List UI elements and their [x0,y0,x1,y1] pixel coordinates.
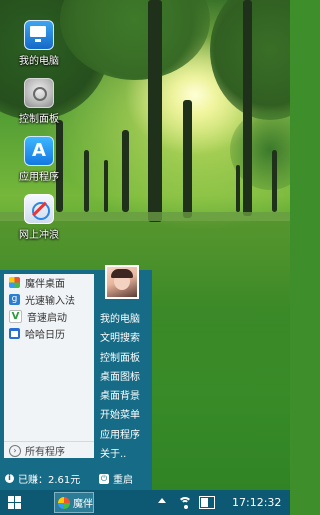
battery-icon[interactable] [199,496,215,509]
power-icon: ⏻ [99,473,109,484]
desktop-icon-label: 网上冲浪 [19,230,59,241]
app-store-icon [24,136,54,166]
all-programs-button[interactable]: › 所有程序 [4,441,94,459]
start-link-desktop-icons[interactable]: 桌面图标 [96,368,152,387]
user-avatar[interactable] [105,265,139,299]
moban-desktop-icon [9,277,20,288]
desktop-icon-label: 我的电脑 [19,56,59,67]
my-computer-icon [24,20,54,50]
start-link-start-menu[interactable]: 开始菜单 [96,406,152,425]
start-menu-app-label: 音速启动 [27,313,67,324]
desktop-icon-label: 控制面板 [19,114,59,125]
start-menu-app-calendar[interactable]: 哈哈日历 [4,325,94,342]
desktop-icon-control-panel[interactable]: 控制面板 [13,78,65,125]
start-menu-app-input[interactable]: g 光速输入法 [4,291,94,308]
taskbar-app-label: 魔伴 [73,499,93,510]
browser-icon [24,194,54,224]
taskbar: 魔伴 17:12:32 [0,490,290,515]
start-menu-app-label: 哈哈日历 [25,330,65,341]
start-menu-links: 我的电脑 文明搜索 控制面板 桌面图标 桌面背景 开始菜单 应用程序 关于.. [96,310,152,464]
taskbar-app-moban[interactable]: 魔伴 [54,492,94,513]
start-link-search[interactable]: 文明搜索 [96,329,152,348]
control-panel-icon [24,78,54,108]
all-programs-label: 所有程序 [25,447,65,458]
desktop-icon-my-computer[interactable]: 我的电脑 [13,20,65,67]
start-menu-app-moban[interactable]: 魔伴桌面 [4,274,94,291]
start-menu-footer: 已赚：2.61元 ⏻ 重启 [0,466,152,490]
calendar-icon [9,328,20,339]
restart-label: 重启 [113,475,133,486]
arrow-right-icon: › [9,444,21,457]
info-icon [5,473,14,483]
start-menu-app-label: 光速输入法 [25,296,75,307]
start-link-my-computer[interactable]: 我的电脑 [96,310,152,329]
start-menu-app-launcher[interactable]: V 音速启动 [4,308,94,325]
start-link-about[interactable]: 关于.. [96,445,152,464]
wifi-icon[interactable] [178,497,192,509]
start-menu-app-list: 魔伴桌面 g 光速输入法 V 音速启动 哈哈日历 [4,274,94,458]
desktop-icon-applications[interactable]: 应用程序 [13,136,65,183]
taskbar-clock[interactable]: 17:12:32 [232,490,281,515]
restart-button[interactable]: ⏻ 重启 [99,471,133,486]
earnings-text: 已赚：2.61元 [18,474,81,486]
start-link-control-panel[interactable]: 控制面板 [96,349,152,368]
quick-launch-icon: V [9,310,22,323]
start-button[interactable] [8,496,22,510]
start-link-applications[interactable]: 应用程序 [96,426,152,445]
tray-expand-icon[interactable] [158,498,166,503]
start-menu-app-label: 魔伴桌面 [25,279,65,290]
start-link-wallpaper[interactable]: 桌面背景 [96,387,152,406]
start-menu: 魔伴桌面 g 光速输入法 V 音速启动 哈哈日历 › 所有程序 我的电脑 文明搜… [0,265,152,490]
desktop-icon-label: 应用程序 [19,172,59,183]
input-method-icon: g [9,294,20,305]
desktop-icon-browser[interactable]: 网上冲浪 [13,194,65,241]
moban-app-icon [58,496,70,509]
